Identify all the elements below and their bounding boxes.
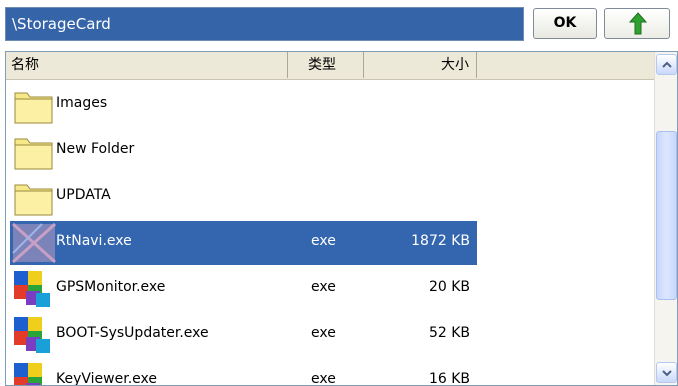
file-row[interactable]: UPDATA: [6, 172, 654, 218]
file-type: exe: [311, 371, 336, 386]
file-type: exe: [311, 279, 336, 295]
file-size: 20 KB: [428, 279, 470, 295]
file-type: exe: [311, 325, 336, 341]
column-name-header[interactable]: 名称: [6, 52, 288, 78]
file-name: GPSMonitor.exe: [56, 279, 166, 295]
toolbar: \StorageCard OK: [0, 0, 678, 48]
path-field[interactable]: \StorageCard: [5, 7, 524, 41]
file-name: New Folder: [56, 141, 135, 157]
file-name: BOOT-SysUpdater.exe: [56, 325, 209, 341]
folder-icon: [12, 85, 56, 125]
file-list: 名称 类型 大小 Images New Folder UPDATA RtNavi…: [5, 51, 678, 386]
vertical-scrollbar[interactable]: [654, 52, 677, 385]
chevron-down-icon: [662, 370, 672, 377]
green-up-arrow-icon: [628, 12, 648, 35]
column-filler: [477, 52, 654, 78]
exe-app-icon: [12, 269, 56, 309]
ok-button[interactable]: OK: [533, 8, 597, 39]
scroll-up-button[interactable]: [656, 54, 677, 75]
exe-app-icon: [12, 315, 56, 355]
scroll-down-button[interactable]: [656, 362, 677, 383]
column-type-header[interactable]: 类型: [288, 52, 364, 78]
file-name: RtNavi.exe: [56, 233, 132, 249]
file-row[interactable]: BOOT-SysUpdater.exe exe 52 KB: [6, 310, 654, 356]
exe-app-icon: [12, 361, 56, 385]
file-row[interactable]: KeyViewer.exe exe 16 KB: [6, 356, 654, 386]
file-size: 16 KB: [428, 371, 470, 386]
folder-icon: [12, 131, 56, 171]
file-name: UPDATA: [56, 187, 111, 203]
column-size-header[interactable]: 大小: [364, 52, 477, 78]
folder-icon: [12, 177, 56, 217]
file-row-selected[interactable]: RtNavi.exe exe 1872 KB: [6, 218, 654, 265]
file-row[interactable]: Images: [6, 80, 654, 126]
file-type: exe: [311, 233, 336, 249]
file-size: 1872 KB: [411, 233, 470, 249]
file-name: Images: [56, 95, 108, 111]
file-row[interactable]: GPSMonitor.exe exe 20 KB: [6, 264, 654, 310]
scroll-thumb[interactable]: [656, 131, 677, 300]
chevron-up-icon: [662, 61, 672, 68]
up-folder-button[interactable]: [604, 8, 670, 39]
file-name: KeyViewer.exe: [56, 371, 157, 386]
file-row[interactable]: New Folder: [6, 126, 654, 172]
file-size: 52 KB: [428, 325, 470, 341]
column-header: 名称 类型 大小: [6, 52, 654, 80]
rtnavi-app-icon: [11, 222, 57, 264]
